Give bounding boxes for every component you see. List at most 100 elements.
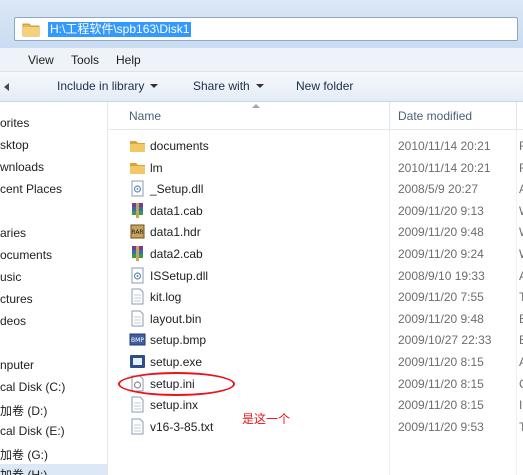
cab-archive-icon [132,202,143,218]
file-row[interactable]: BMP setup.bmp 2009/10/27 22:33 B [108,329,523,351]
file-name: ISSetup.dll [150,268,209,283]
file-name: lm [150,160,163,175]
folder-icon [130,141,145,152]
file-type-letter: W [519,204,523,218]
file-row[interactable]: lm 2010/11/14 20:21 F [108,157,523,179]
file-list: Name Date modified documents 2010/11/14 2… [108,102,523,475]
file-row[interactable]: v16-3-85.txt 2009/11/20 9:53 T [108,416,523,438]
file-name: documents [150,139,209,153]
dll-icon [131,267,144,284]
nav-item-disk-e[interactable]: cal Disk (E:) [0,424,65,438]
file-date: 2009/11/20 9:48 [398,311,484,326]
text-file-icon [131,418,144,435]
menu-help[interactable]: Help [116,53,141,67]
text-file-icon [131,310,144,327]
file-row[interactable]: _Setup.dll 2008/5/9 20:27 A [108,178,523,200]
column-header-date[interactable]: Date modified [398,109,472,123]
file-name: layout.bin [150,311,202,326]
sort-ascending-icon [252,104,260,108]
file-date: 2009/11/20 8:15 [398,355,484,369]
exe-icon [130,355,145,368]
share-with-label: Share with [193,79,250,93]
column-divider[interactable] [516,102,517,130]
folder-icon [22,23,40,37]
file-name: setup.exe [150,355,203,369]
file-type-letter: F [519,160,523,175]
file-date: 2010/11/14 20:21 [398,139,491,153]
file-date: 2009/11/20 9:48 [398,225,484,240]
file-row[interactable]: RAR data1.hdr 2009/11/20 9:48 W [108,221,523,243]
address-bar[interactable]: H:\工程软件\spb163\Disk1 [14,17,518,41]
file-row[interactable]: ISSetup.dll 2008/9/10 19:33 A [108,265,523,287]
text-file-icon [131,288,144,305]
file-type-letter: T [519,419,523,434]
file-type-letter: C [519,377,523,391]
nav-item-pictures[interactable]: ctures [0,292,33,306]
annotation-text: 是这一个 [242,412,291,426]
file-type-letter: A [519,355,523,369]
nav-item-desktop[interactable]: sktop [0,138,29,152]
file-row[interactable]: setup.exe 2009/11/20 8:15 A [108,351,523,373]
file-type-letter: W [519,247,523,261]
file-name: setup.inx [150,398,199,413]
file-type-letter: A [519,269,523,283]
file-row[interactable]: setup.ini 2009/11/20 8:15 C [108,373,523,395]
address-path[interactable]: H:\工程软件\spb163\Disk1 [48,22,192,37]
menu-bar: View Tools Help [0,48,523,72]
nav-item-music[interactable]: usic [0,270,21,284]
nav-item-downloads[interactable]: wnloads [0,160,44,174]
nav-item-disk-c[interactable]: cal Disk (C:) [0,380,65,394]
file-type-letter: B [519,312,523,326]
file-row[interactable]: documents 2010/11/14 20:21 F [108,135,523,157]
nav-item-disk-g[interactable]: 加卷 (G:) [0,446,48,463]
file-row[interactable]: layout.bin 2009/11/20 9:48 B [108,308,523,330]
column-header-row: Name Date modified [108,102,523,130]
file-date: 2009/11/20 9:24 [398,247,484,261]
file-type-letter: W [519,225,523,239]
chevron-down-icon [150,84,159,88]
file-date: 2010/11/14 20:21 [398,160,491,175]
column-divider[interactable] [389,102,390,130]
bitmap-icon: BMP [129,333,146,346]
include-in-library-button[interactable]: Include in library [57,79,159,93]
nav-item-libraries[interactable]: aries [0,226,26,240]
nav-item-videos[interactable]: deos [0,314,26,328]
menu-tools[interactable]: Tools [71,53,99,67]
file-date: 2009/10/27 22:33 [398,333,492,348]
file-name: setup.bmp [150,333,207,348]
column-header-name[interactable]: Name [129,109,161,123]
include-in-library-label: Include in library [57,79,145,93]
folder-icon [130,162,145,174]
file-date: 2009/11/20 8:15 [398,398,484,413]
file-row[interactable]: kit.log 2009/11/20 7:55 T [108,286,523,308]
hdr-archive-icon: RAR [130,224,145,239]
file-date: 2009/11/20 7:55 [398,290,484,305]
file-date: 2009/11/20 8:15 [398,376,484,391]
file-name: _Setup.dll [150,182,204,197]
nav-item-documents[interactable]: ocuments [0,248,52,262]
nav-item-recent-places[interactable]: cent Places [0,182,62,196]
file-name: v16-3-85.txt [150,419,214,434]
nav-item-disk-h[interactable]: 加卷 (H:) [0,464,107,475]
file-row[interactable]: data2.cab 2009/11/20 9:24 W [108,243,523,265]
nav-item-computer[interactable]: nputer [0,358,34,372]
dll-icon [131,180,144,197]
file-type-letter: F [519,139,523,153]
command-toolbar: Include in library Share with New folder [0,72,523,102]
file-type-letter: I [519,398,523,413]
file-name: data1.hdr [150,225,201,240]
toolbar-overflow-icon[interactable] [4,83,9,91]
file-type-letter: B [519,333,523,347]
file-name: kit.log [150,290,182,305]
cab-archive-icon [132,246,143,261]
share-with-button[interactable]: Share with [193,79,264,93]
new-folder-button[interactable]: New folder [296,79,353,93]
file-date: 2008/5/9 20:27 [398,182,479,197]
nav-item-favorites[interactable]: orites [0,116,29,130]
svg-text:BMP: BMP [131,337,144,344]
menu-view[interactable]: View [28,53,54,67]
file-name: setup.ini [150,376,195,391]
file-row[interactable]: data1.cab 2009/11/20 9:13 W [108,200,523,222]
file-row[interactable]: setup.inx 2009/11/20 8:15 I [108,394,523,416]
nav-item-disk-d[interactable]: 加卷 (D:) [0,402,47,419]
